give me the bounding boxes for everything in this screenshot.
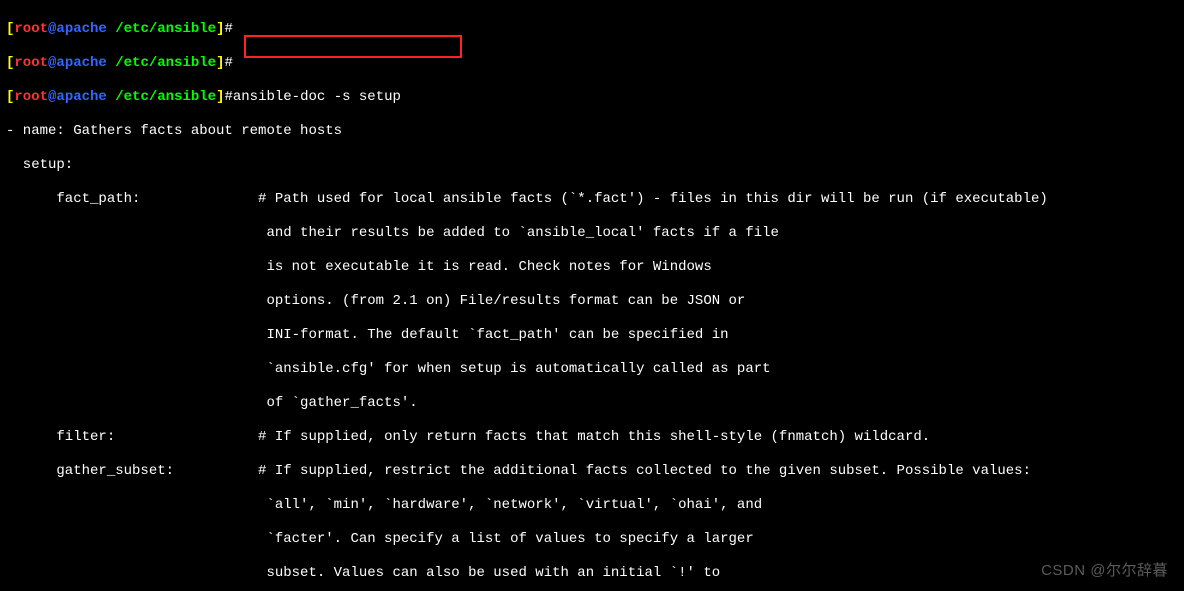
prompt-line-command: [root@apache /etc/ansible]#ansible-doc -… (6, 89, 1178, 106)
watermark-text: CSDN @尔尔辞暮 (1041, 562, 1168, 579)
doc-name-line: - name: Gathers facts about remote hosts (6, 123, 1178, 140)
doc-setup-line: setup: (6, 157, 1178, 174)
terminal-output[interactable]: [root@apache /etc/ansible]# [root@apache… (0, 0, 1184, 591)
prompt-line-2: [root@apache /etc/ansible]# (6, 55, 1178, 72)
typed-command: ansible-doc -s setup (233, 89, 401, 105)
param-filter: filter: # If supplied, only return facts… (6, 429, 1178, 446)
param-gather-subset: gather_subset: # If supplied, restrict t… (6, 463, 1178, 480)
prompt-line-1: [root@apache /etc/ansible]# (6, 21, 1178, 38)
param-fact-path: fact_path: # Path used for local ansible… (6, 191, 1178, 208)
